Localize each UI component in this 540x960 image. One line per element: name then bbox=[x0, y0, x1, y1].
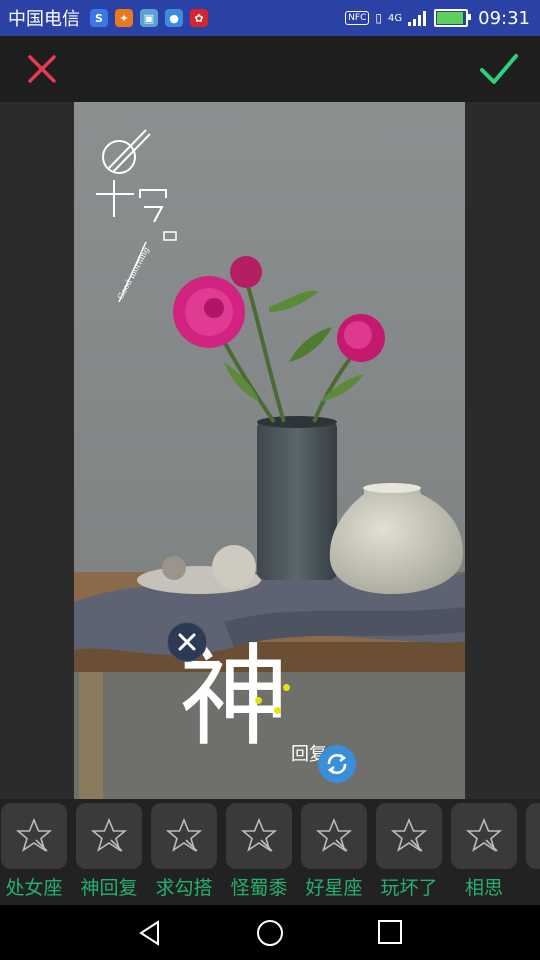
sticker-thumbnail[interactable] bbox=[1, 803, 67, 869]
back-icon bbox=[139, 920, 159, 946]
close-icon bbox=[28, 55, 56, 83]
sticker-label: 好星座 bbox=[305, 877, 363, 899]
status-right: NFC ▯ 4G 09:31 bbox=[345, 0, 530, 36]
sticker-item[interactable]: 星 bbox=[526, 803, 540, 901]
status-bar: 中国电信 S ✦ ▣ ● ✿ NFC ▯ 4G 09:31 bbox=[0, 0, 540, 36]
sticker-label: 求勾搭 bbox=[155, 877, 213, 899]
sticker-item[interactable]: 怪蜀黍 bbox=[226, 803, 292, 901]
sticker-item[interactable]: 处女座 bbox=[1, 803, 67, 901]
battery-icon bbox=[434, 9, 472, 27]
network-type: 4G bbox=[388, 12, 403, 24]
sticker-dot bbox=[283, 684, 290, 691]
editor-toolbar bbox=[0, 36, 540, 102]
huawei-app-icon: ✿ bbox=[190, 9, 208, 27]
photo-preview[interactable]: Good morning 神 回复 bbox=[74, 102, 465, 799]
sticker-item[interactable]: 求勾搭 bbox=[151, 803, 217, 901]
sticker-label: 怪蜀黍 bbox=[230, 877, 288, 899]
star-placeholder-icon bbox=[465, 817, 503, 852]
sticker-label: 星 bbox=[520, 873, 540, 900]
chat-app-icon: ● bbox=[165, 9, 183, 27]
sticker-thumbnail[interactable] bbox=[451, 803, 517, 869]
signal-icon bbox=[408, 11, 427, 26]
star-placeholder-icon bbox=[315, 817, 353, 852]
notification-icons: S ✦ ▣ ● ✿ bbox=[90, 9, 208, 27]
orange-app-icon: ✦ bbox=[115, 9, 133, 27]
recents-button[interactable] bbox=[377, 919, 403, 949]
sticker-item[interactable]: 神回复 bbox=[76, 803, 142, 901]
recents-icon bbox=[378, 920, 402, 944]
star-placeholder-icon bbox=[390, 817, 428, 852]
sticker-label: 相思 bbox=[464, 877, 503, 899]
confirm-button[interactable] bbox=[478, 48, 520, 90]
cancel-button[interactable] bbox=[22, 49, 62, 89]
sticker-dot bbox=[274, 707, 281, 714]
home-icon bbox=[257, 920, 283, 946]
sticker-thumbnail[interactable] bbox=[151, 803, 217, 869]
navigation-bar bbox=[0, 905, 540, 960]
sticker-label: 玩坏了 bbox=[380, 877, 438, 899]
rotate-sticker-handle[interactable] bbox=[318, 745, 356, 783]
sticker-item[interactable]: 相思 bbox=[451, 803, 517, 901]
rotate-icon bbox=[327, 754, 347, 774]
sticker-thumbnail[interactable] bbox=[301, 803, 367, 869]
star-placeholder-icon bbox=[240, 817, 278, 852]
sticker-label: 处女座 bbox=[5, 877, 63, 899]
sticker-item[interactable]: 好星座 bbox=[301, 803, 367, 901]
home-button[interactable] bbox=[256, 919, 284, 951]
carrier-name: 中国电信 bbox=[8, 9, 80, 30]
remove-sticker-button[interactable] bbox=[167, 622, 207, 662]
s-app-icon: S bbox=[90, 9, 108, 27]
back-button[interactable] bbox=[136, 919, 164, 951]
sticker-thumbnail[interactable] bbox=[226, 803, 292, 869]
sticker-tray[interactable]: 处女座神回复求勾搭怪蜀黍好星座玩坏了相思星 bbox=[0, 799, 540, 905]
sticker-item[interactable]: 玩坏了 bbox=[376, 803, 442, 901]
nfc-icon: NFC bbox=[345, 11, 370, 25]
sticker-thumbnail[interactable] bbox=[526, 803, 540, 869]
close-icon bbox=[178, 633, 196, 651]
star-placeholder-icon bbox=[90, 817, 128, 852]
sticker-thumbnail[interactable] bbox=[76, 803, 142, 869]
star-placeholder-icon bbox=[165, 817, 203, 852]
sticker-thumbnail[interactable] bbox=[376, 803, 442, 869]
vibrate-icon: ▯ bbox=[375, 11, 382, 25]
clock: 09:31 bbox=[478, 7, 530, 29]
android-app-icon: ▣ bbox=[140, 9, 158, 27]
star-placeholder-icon bbox=[15, 817, 53, 852]
sticker-dot bbox=[255, 697, 262, 704]
check-icon bbox=[480, 54, 518, 84]
editor-canvas: Good morning 神 回复 bbox=[0, 102, 540, 799]
sticker-label: 神回复 bbox=[80, 877, 138, 899]
